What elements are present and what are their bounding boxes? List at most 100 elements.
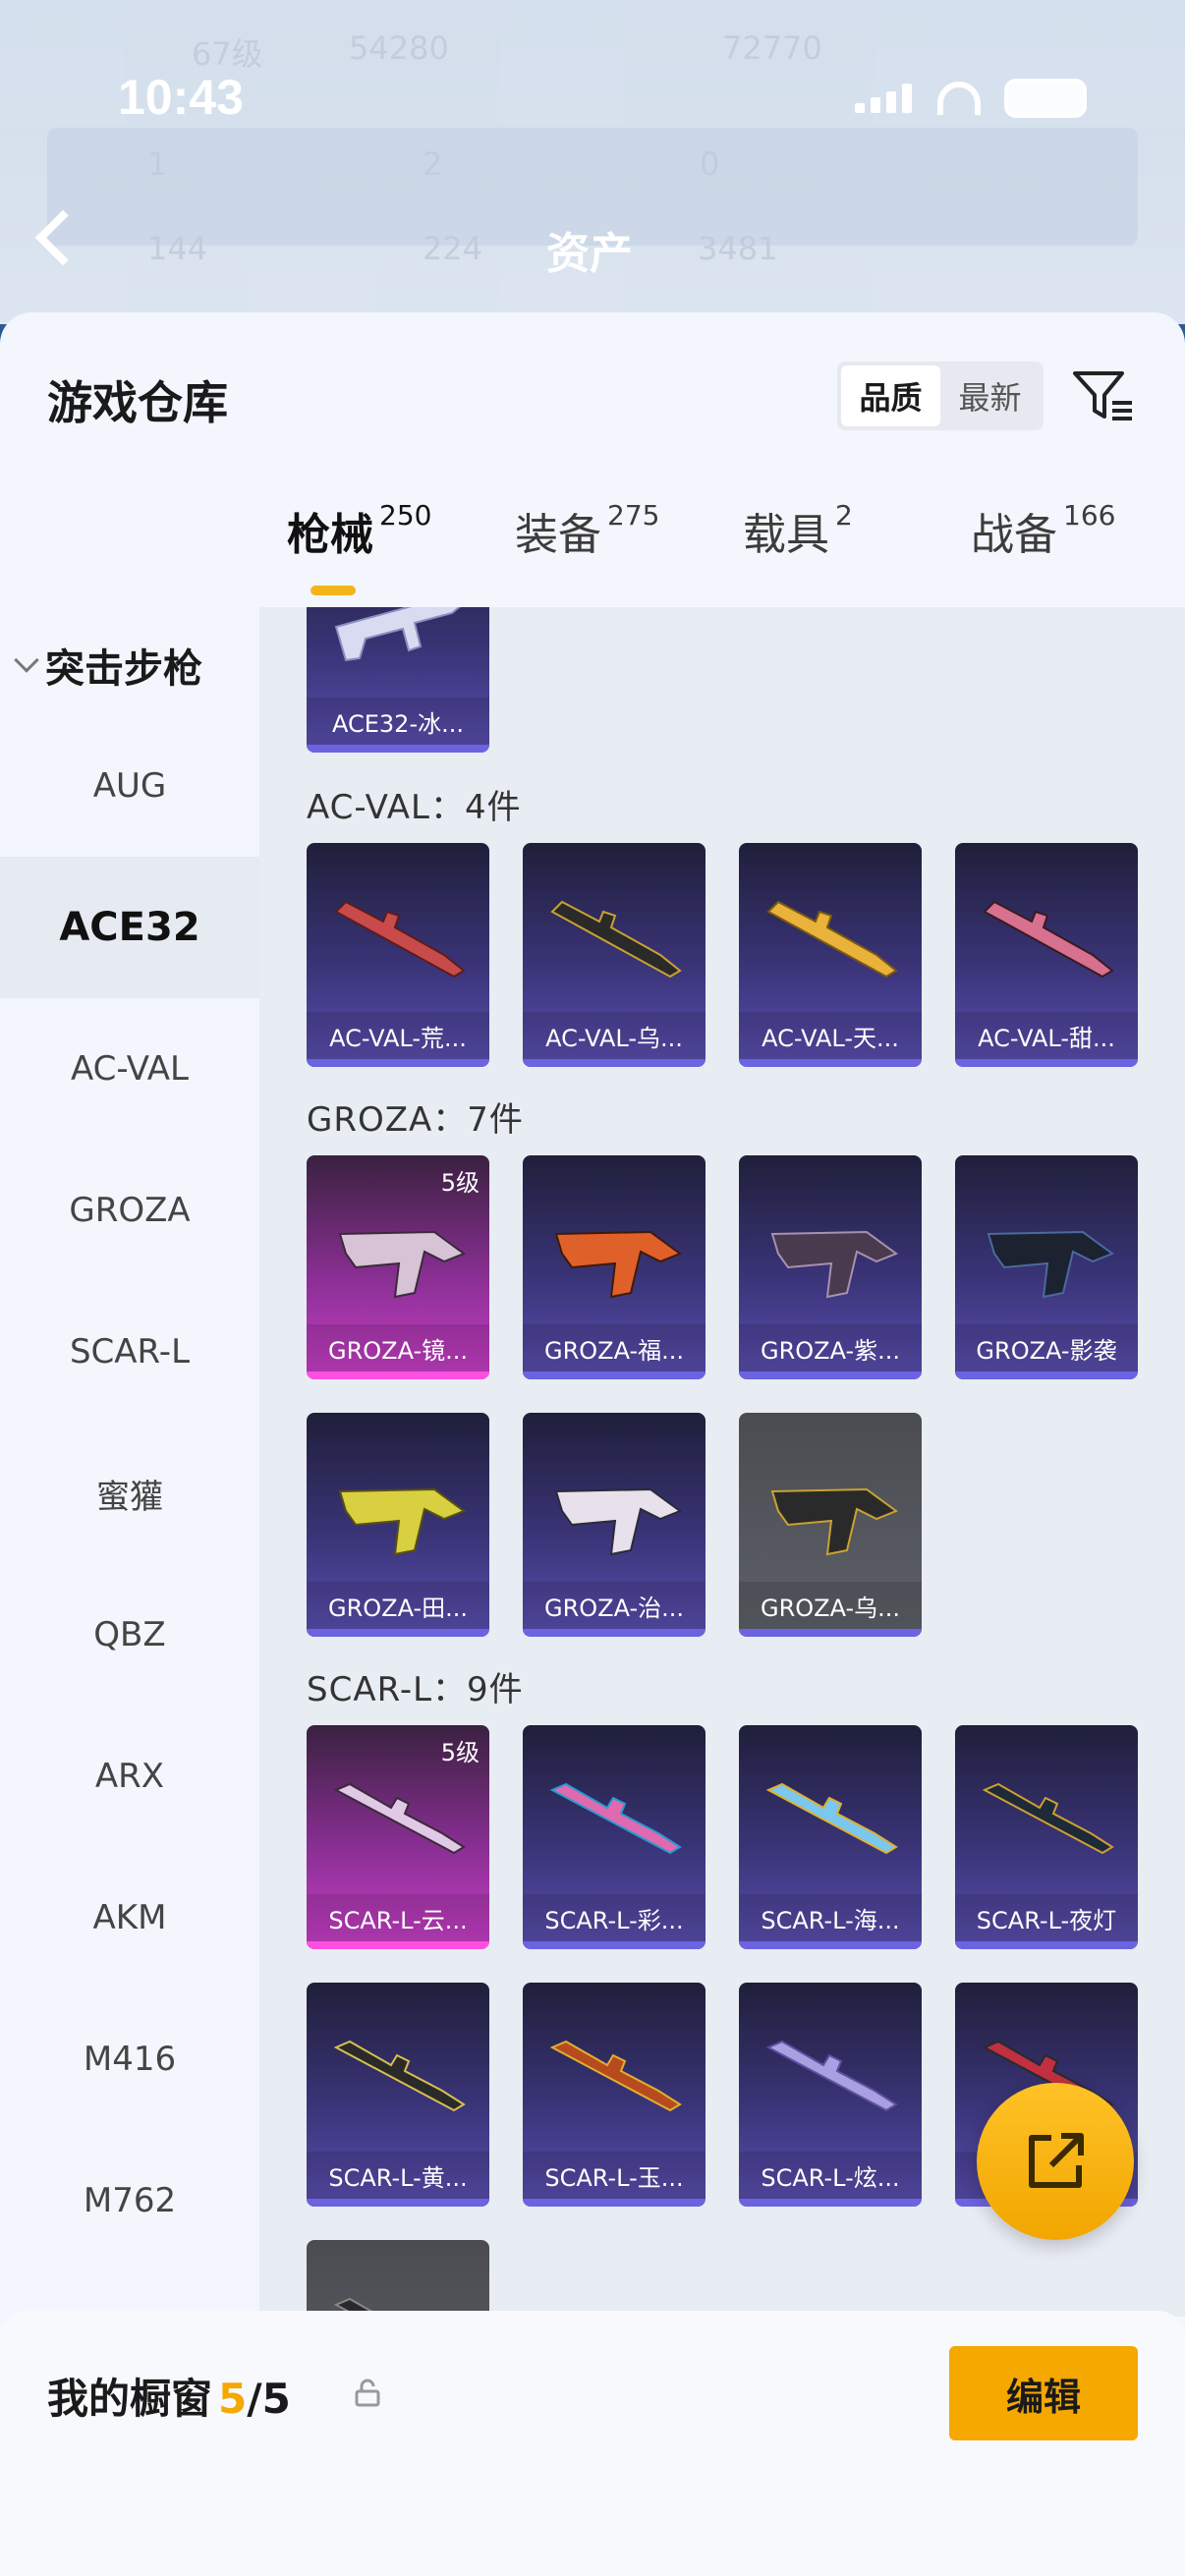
rifle-icon — [554, 1230, 683, 1299]
weapon-card[interactable]: AC-VAL-荒... — [307, 843, 489, 1067]
sidebar-item-m416[interactable]: M416 — [0, 1988, 259, 2130]
card-rarity-stripe — [307, 1059, 489, 1067]
weapon-grid: ACE32-冰... AC-VAL：4件 AC-VAL-荒... AC-VAL-… — [259, 607, 1185, 2317]
tab-vehicles[interactable]: 载具 2 — [743, 499, 853, 562]
weapon-card[interactable]: SCAR-L-海... — [739, 1725, 922, 1949]
tab-label: 装备 — [515, 510, 601, 560]
weapon-card-name: GROZA-福... — [523, 1324, 705, 1372]
card-rarity-stripe — [739, 1059, 922, 1067]
rifle-icon — [334, 900, 466, 979]
rifle-icon — [333, 1782, 466, 1855]
weapon-card-name: AC-VAL-天... — [739, 1012, 922, 1059]
sort-newest-button[interactable]: 最新 — [940, 365, 1040, 426]
weapon-card[interactable]: GROZA-影袭 — [955, 1155, 1138, 1379]
tab-count: 166 — [1063, 499, 1116, 532]
sidebar-group-label: 突击步枪 — [45, 646, 202, 692]
sidebar-item-ace32[interactable]: ACE32 — [0, 857, 259, 998]
card-rarity-stripe — [307, 1372, 489, 1379]
rifle-icon — [549, 1782, 682, 1855]
weapon-card[interactable]: GROZA-紫... — [739, 1155, 922, 1379]
weapon-card-name: SCAR-L-黄... — [307, 2152, 489, 2199]
weapon-card[interactable]: SCAR-L-夜灯 — [955, 1725, 1138, 1949]
lock-icon[interactable] — [352, 2378, 383, 2409]
sidebar-item-acval[interactable]: AC-VAL — [0, 998, 259, 1140]
card-rarity-stripe — [955, 1059, 1138, 1067]
filter-icon[interactable] — [1071, 364, 1136, 428]
background-value-3: 1 — [147, 145, 168, 183]
tab-supplies[interactable]: 战备 166 — [971, 499, 1115, 562]
weapon-card[interactable] — [307, 2240, 489, 2317]
weapon-card-name: SCAR-L-云... — [307, 1894, 489, 1941]
sort-toggle: 品质 最新 — [837, 362, 1044, 430]
sidebar-item-scarl[interactable]: SCAR-L — [0, 1281, 259, 1423]
sidebar-group-assault-rifles[interactable]: 突击步枪 — [14, 637, 202, 694]
weapon-card[interactable]: SCAR-L-炫... — [739, 1983, 922, 2207]
weapon-card-name: ACE32-冰... — [307, 698, 489, 745]
tab-count: 250 — [379, 499, 432, 532]
sidebar-item-honey-badger[interactable]: 蜜獾 — [0, 1423, 259, 1564]
level-badge: 5级 — [440, 1169, 480, 1197]
sheet-title: 游戏仓库 — [47, 376, 228, 429]
card-rarity-stripe — [307, 745, 489, 753]
rifle-icon — [338, 1487, 467, 1556]
sidebar-item-aug[interactable]: AUG — [0, 715, 259, 857]
tab-equipment[interactable]: 装备 275 — [515, 499, 659, 562]
weapon-card[interactable]: 5级 GROZA-镜... — [307, 1155, 489, 1379]
edit-button[interactable]: 编辑 — [949, 2346, 1138, 2440]
battery-icon — [1004, 79, 1087, 118]
sheet-header: 游戏仓库 品质 最新 时装 744 枪械 250 装备 275 — [0, 312, 1185, 886]
weapon-card[interactable]: ACE32-冰... — [307, 607, 489, 753]
weapon-card[interactable]: GROZA-治... — [523, 1413, 705, 1637]
background-value-1: 54280 — [349, 29, 449, 67]
showcase-bar: 我的橱窗 5 /5 编辑 — [0, 2311, 1185, 2576]
level-badge: 5级 — [440, 1739, 480, 1766]
weapon-card-name: AC-VAL-荒... — [307, 1012, 489, 1059]
sidebar-item-akm[interactable]: AKM — [0, 1847, 259, 1988]
weapon-card[interactable]: 5级 SCAR-L-云... — [307, 1725, 489, 1949]
rifle-icon — [987, 1230, 1115, 1299]
weapon-card[interactable]: SCAR-L-彩... — [523, 1725, 705, 1949]
weapon-card[interactable]: AC-VAL-甜... — [955, 843, 1138, 1067]
weapon-card[interactable]: GROZA-田... — [307, 1413, 489, 1637]
card-rarity-stripe — [739, 2199, 922, 2207]
background-value-6: 144 — [147, 230, 208, 267]
weapon-card-name: GROZA-紫... — [739, 1324, 922, 1372]
sidebar-item-groza[interactable]: GROZA — [0, 1140, 259, 1281]
weapon-card[interactable]: GROZA-福... — [523, 1155, 705, 1379]
rifle-icon — [554, 1487, 683, 1556]
sidebar-item-m762[interactable]: M762 — [0, 2130, 259, 2271]
card-rarity-stripe — [955, 1941, 1138, 1949]
status-icons — [855, 79, 1087, 118]
weapon-card[interactable]: GROZA-乌... — [739, 1413, 922, 1637]
sidebar-item-arx[interactable]: ARX — [0, 1706, 259, 1847]
weapon-card-name: SCAR-L-彩... — [523, 1894, 705, 1941]
category-tabs: 时装 744 枪械 250 装备 275 载具 2 战备 166 — [0, 499, 1185, 886]
weapon-card-name: GROZA-影袭 — [955, 1324, 1138, 1372]
weapon-card-name: SCAR-L-夜灯 — [955, 1894, 1138, 1941]
weapon-card[interactable]: SCAR-L-玉... — [523, 1983, 705, 2207]
weapon-card[interactable]: AC-VAL-天... — [739, 843, 922, 1067]
weapon-card[interactable]: AC-VAL-乌... — [523, 843, 705, 1067]
background-value-7: 224 — [423, 230, 483, 267]
tab-guns[interactable]: 枪械 250 — [287, 499, 431, 562]
tab-count: 275 — [607, 499, 660, 532]
rifle-icon — [549, 2040, 682, 2112]
rifle-icon — [765, 1782, 898, 1855]
share-button[interactable] — [977, 2083, 1134, 2240]
rifle-icon — [333, 2040, 466, 2112]
card-rarity-stripe — [739, 1629, 922, 1637]
card-rarity-stripe — [307, 1629, 489, 1637]
background-value-2: 72770 — [722, 29, 822, 67]
rifle-icon — [334, 607, 461, 662]
sort-quality-button[interactable]: 品质 — [841, 365, 940, 426]
weapon-card[interactable]: SCAR-L-黄... — [307, 1983, 489, 2207]
weapon-card-name: GROZA-乌... — [739, 1582, 922, 1629]
card-rarity-stripe — [523, 1941, 705, 1949]
rifle-icon — [550, 900, 682, 979]
rifle-icon — [766, 900, 898, 979]
showcase-count: 5 — [218, 2375, 248, 2423]
tab-count: 2 — [835, 499, 853, 532]
sidebar-item-qbz[interactable]: QBZ — [0, 1564, 259, 1706]
rifle-icon — [982, 1782, 1114, 1855]
wifi-icon — [937, 82, 981, 115]
